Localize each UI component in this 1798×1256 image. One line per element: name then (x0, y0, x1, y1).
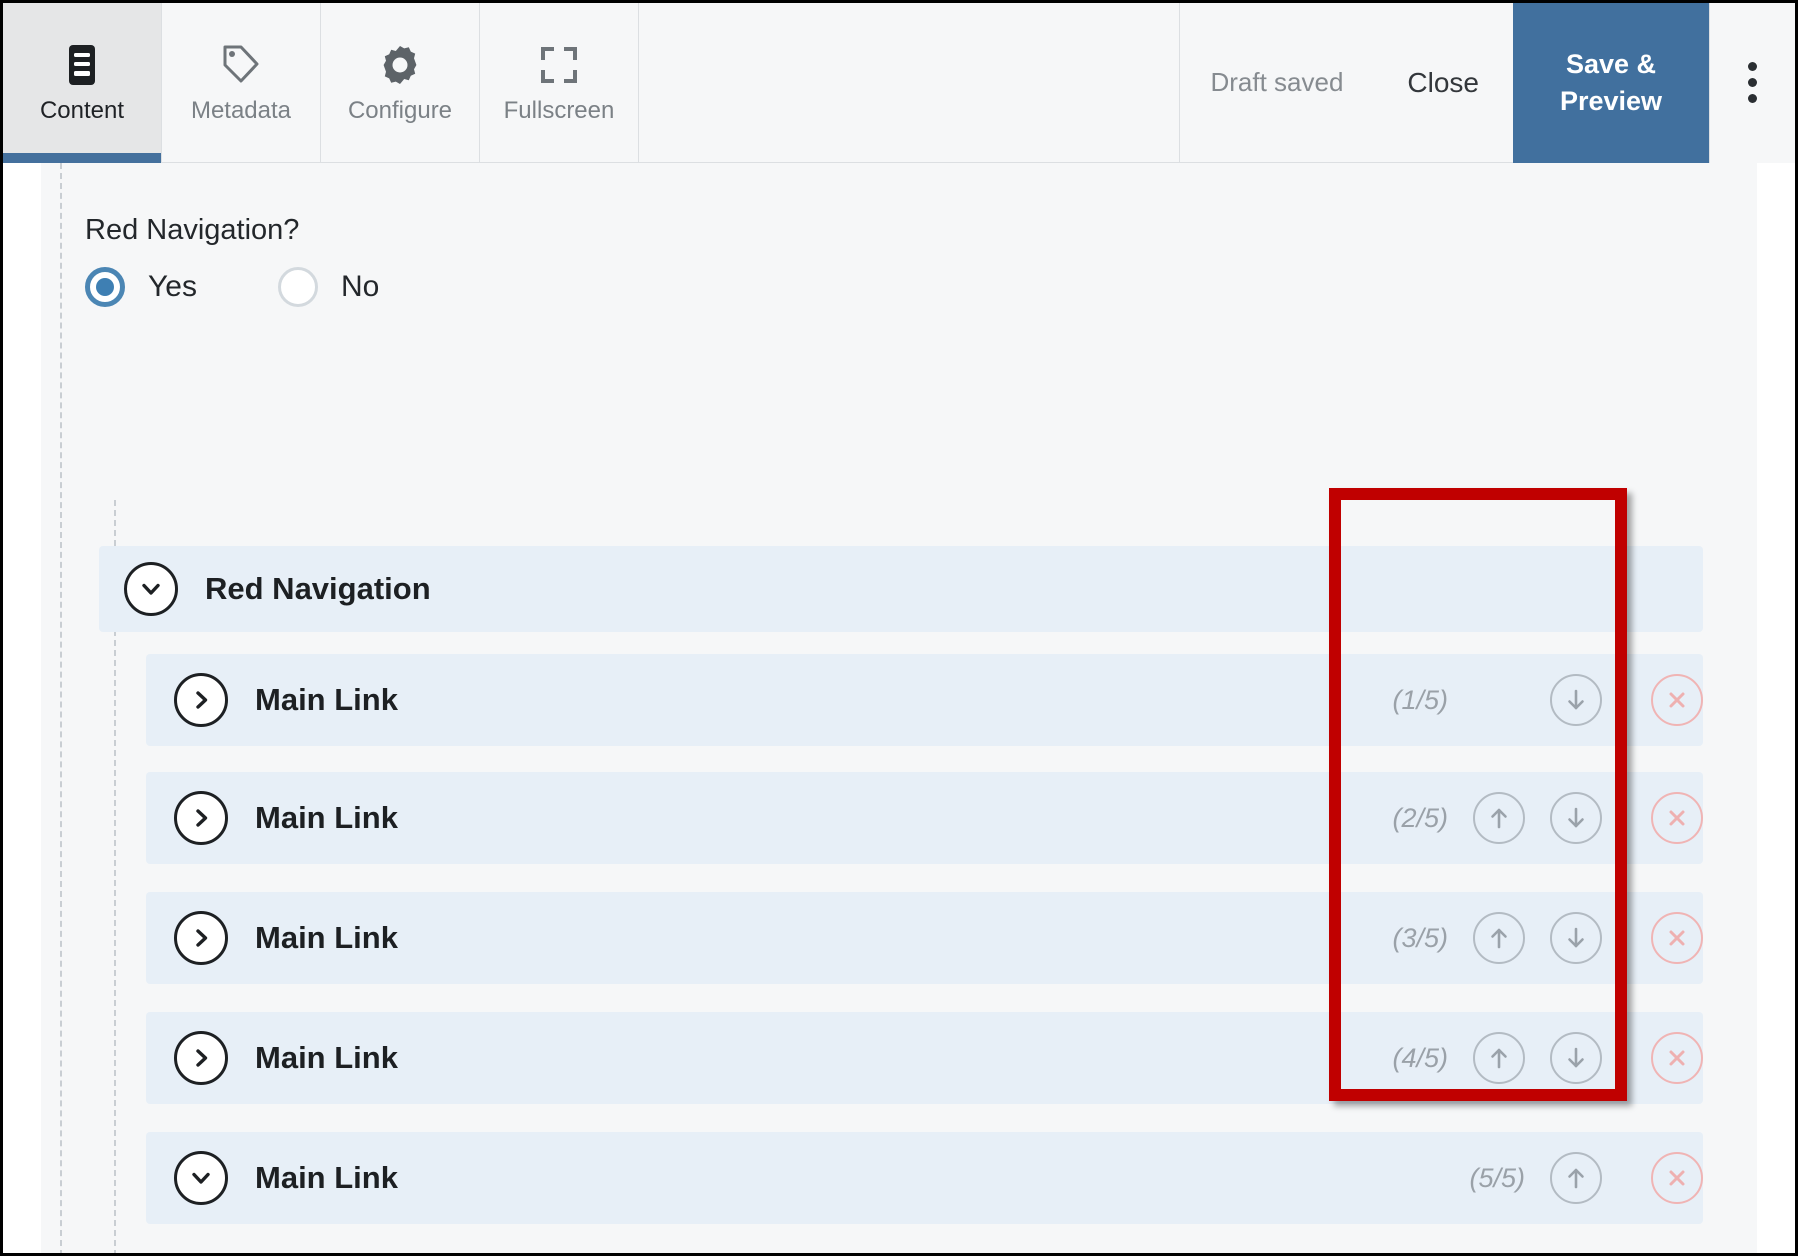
tab-content-label: Content (39, 96, 125, 124)
screenshot-root: Content Metadata Configure Fullscreen Dr… (0, 0, 1798, 1256)
move-down-button[interactable] (1550, 792, 1602, 844)
accordion-title: Red Navigation (205, 571, 431, 606)
tab-metadata-label: Metadata (190, 96, 292, 124)
link-row-controls: (1/5) (1392, 654, 1651, 746)
document-lines-icon (60, 43, 104, 87)
more-vertical-icon[interactable] (1709, 3, 1795, 163)
link-row-title: Main Link (255, 1160, 398, 1195)
close-circle-icon[interactable] (1651, 792, 1703, 844)
link-row-controls: (2/5) (1392, 772, 1651, 864)
tab-configure[interactable]: Configure (321, 3, 480, 162)
chevron-right-circle-icon[interactable] (174, 673, 228, 727)
close-circle-icon[interactable] (1651, 1152, 1703, 1204)
move-up-button[interactable] (1473, 1032, 1525, 1084)
question-label: Red Navigation? (85, 214, 300, 246)
link-row-title: Main Link (255, 682, 398, 717)
radio-dot-no (277, 267, 318, 307)
chevron-right-circle-icon[interactable] (174, 1031, 228, 1085)
move-up-button[interactable] (1473, 792, 1525, 844)
chevron-right-circle-icon[interactable] (174, 911, 228, 965)
link-row-controls: (4/5) (1392, 1012, 1651, 1104)
toolbar-actions: Draft saved Close Save & Preview (1180, 3, 1795, 163)
radio-option-no[interactable]: No (277, 267, 380, 307)
draft-status: Draft saved (1210, 67, 1344, 97)
tab-fullscreen-label: Fullscreen (503, 96, 615, 124)
link-row[interactable]: Main Link (4/5) (146, 1012, 1703, 1104)
save-preview-line-1: Save & (1565, 49, 1657, 80)
toolbar-spacer (639, 3, 1181, 162)
close-circle-icon[interactable] (1651, 912, 1703, 964)
tag-icon (219, 43, 263, 87)
link-row-counter: (1/5) (1392, 684, 1448, 715)
tab-metadata[interactable]: Metadata (162, 3, 321, 162)
link-row-title: Main Link (255, 1040, 398, 1075)
link-row[interactable]: Main Link (1/5) (146, 654, 1703, 746)
chevron-down-circle-icon[interactable] (174, 1151, 228, 1205)
move-down-button[interactable] (1550, 674, 1602, 726)
link-row[interactable]: Main Link (3/5) (146, 892, 1703, 984)
radio-group: Yes No (85, 267, 379, 307)
kebab-dot-2 (1748, 78, 1757, 87)
close-circle-icon[interactable] (1651, 1032, 1703, 1084)
tab-content[interactable]: Content (3, 3, 162, 163)
radio-dot-yes (85, 267, 125, 307)
link-row-counter: (5/5) (1469, 1162, 1525, 1193)
radio-label-no: No (340, 270, 380, 303)
editor-toolbar: Content Metadata Configure Fullscreen Dr… (3, 3, 1795, 163)
close-circle-icon[interactable] (1651, 674, 1703, 726)
save-and-preview-button[interactable]: Save & Preview (1513, 3, 1709, 163)
gear-icon (378, 43, 422, 87)
radio-label-yes: Yes (148, 270, 197, 303)
close-button[interactable]: Close (1373, 67, 1513, 99)
tab-configure-label: Configure (347, 96, 453, 124)
link-row-counter: (2/5) (1392, 802, 1448, 833)
link-row-controls: (5/5) (1469, 1132, 1651, 1224)
link-row[interactable]: Main Link (2/5) (146, 772, 1703, 864)
chevron-down-circle-icon[interactable] (124, 562, 178, 616)
kebab-dot-1 (1748, 62, 1757, 71)
link-row-controls: (3/5) (1392, 892, 1651, 984)
move-up-button[interactable] (1550, 1152, 1602, 1204)
link-row-counter: (3/5) (1392, 922, 1448, 953)
link-row-counter: (4/5) (1392, 1042, 1448, 1073)
link-row[interactable]: Main Link (5/5) (146, 1132, 1703, 1224)
chevron-right-circle-icon[interactable] (174, 791, 228, 845)
editor-canvas: Red Navigation? Yes No Red Navigation Ma… (3, 163, 1795, 1253)
accordion-red-navigation[interactable]: Red Navigation (99, 546, 1703, 632)
nesting-guide-line-outer (60, 163, 62, 1253)
red-navigation-question: Red Navigation? Yes No (85, 216, 379, 307)
link-row-title: Main Link (255, 920, 398, 955)
kebab-dot-3 (1748, 94, 1757, 103)
radio-option-yes[interactable]: Yes (85, 267, 197, 307)
move-up-button[interactable] (1473, 912, 1525, 964)
link-row-title: Main Link (255, 800, 398, 835)
move-down-button[interactable] (1550, 1032, 1602, 1084)
fullscreen-icon (537, 43, 581, 87)
tab-fullscreen[interactable]: Fullscreen (480, 3, 639, 162)
radio-inner-dot (96, 278, 114, 296)
save-preview-line-2: Preview (1559, 85, 1663, 116)
move-down-button[interactable] (1550, 912, 1602, 964)
left-gutter (3, 163, 41, 1253)
